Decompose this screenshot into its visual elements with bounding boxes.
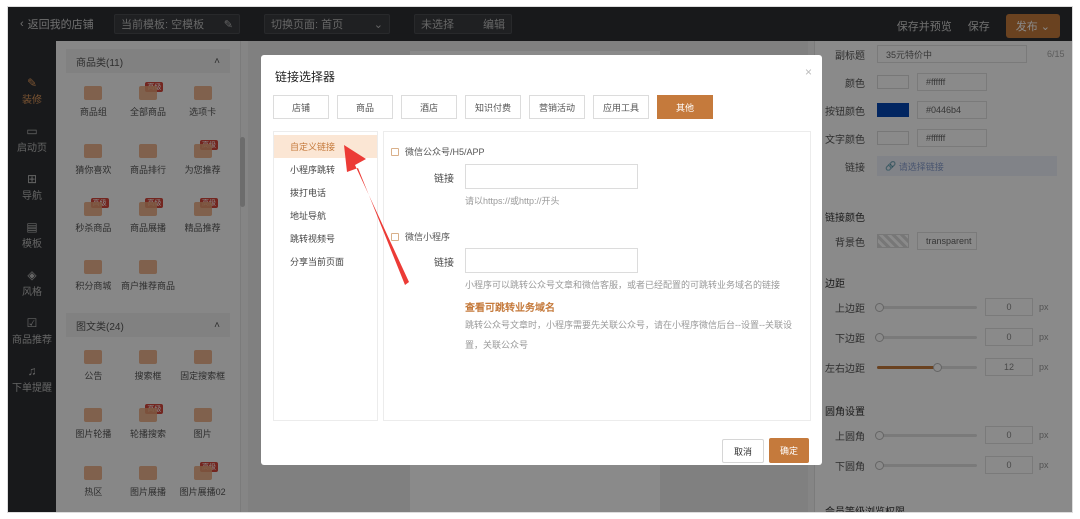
- list-item-phone[interactable]: 拨打电话: [274, 181, 377, 204]
- official-hint-cont: 置，关联公众号: [465, 340, 529, 350]
- official-hint: 跳转公众号文章时，小程序需要先关联公众号，请在小程序微信后台--设置--关联设: [465, 320, 792, 330]
- link-type-list: 自定义链接 小程序跳转 拨打电话 地址导航 跳转视频号 分享当前页面: [273, 131, 378, 421]
- link-label: 链接: [434, 174, 454, 185]
- list-item-share[interactable]: 分享当前页面: [274, 250, 377, 273]
- tab-goods[interactable]: 商品: [337, 95, 393, 119]
- mini-checkbox[interactable]: [391, 232, 399, 241]
- section-label: 微信公众号/H5/APP: [405, 147, 485, 157]
- mini-section-head: 微信小程序: [391, 230, 450, 243]
- list-item-custom-link[interactable]: 自定义链接: [274, 135, 377, 158]
- category-tabs: 店铺 商品 酒店 知识付费 营销活动 应用工具 其他: [273, 95, 713, 119]
- close-icon[interactable]: ×: [805, 65, 812, 79]
- tab-tools[interactable]: 应用工具: [593, 95, 649, 119]
- list-item-video[interactable]: 跳转视频号: [274, 227, 377, 250]
- view-domains-link[interactable]: 查看可跳转业务域名: [465, 299, 555, 314]
- tab-other[interactable]: 其他: [657, 95, 713, 119]
- custom-link-form: 微信公众号/H5/APP 链接 请以https://或http://开头 微信小…: [383, 131, 811, 421]
- h5-hint: 请以https://或http://开头: [465, 196, 560, 206]
- list-item-address[interactable]: 地址导航: [274, 204, 377, 227]
- list-item-miniprogram[interactable]: 小程序跳转: [274, 158, 377, 181]
- h5-link-input[interactable]: [465, 164, 638, 189]
- tab-knowledge[interactable]: 知识付费: [465, 95, 521, 119]
- section-label: 微信小程序: [405, 232, 451, 242]
- mini-hint: 小程序可以跳转公众号文章和微信客服，或者已经配置的可跳转业务域名的链接: [465, 280, 781, 290]
- link-label: 链接: [434, 258, 454, 269]
- cancel-button[interactable]: 取消: [722, 439, 764, 463]
- tab-shop[interactable]: 店铺: [273, 95, 329, 119]
- tab-marketing[interactable]: 营销活动: [529, 95, 585, 119]
- wechat-checkbox[interactable]: [391, 147, 399, 156]
- dialog-title: 链接选择器: [275, 70, 336, 84]
- mini-link-input[interactable]: [465, 248, 638, 273]
- tab-hotel[interactable]: 酒店: [401, 95, 457, 119]
- link-selector-dialog: 链接选择器 × 店铺 商品 酒店 知识付费 营销活动 应用工具 其他 自定义链接…: [261, 55, 822, 465]
- wechat-section-head: 微信公众号/H5/APP: [391, 145, 485, 158]
- editor-window: ‹ 返回我的店铺 当前模板: 空模板 ✎ 切换页面: 首页 ⌄ 未选择 编辑 保…: [7, 6, 1073, 513]
- confirm-button[interactable]: 确定: [769, 438, 809, 463]
